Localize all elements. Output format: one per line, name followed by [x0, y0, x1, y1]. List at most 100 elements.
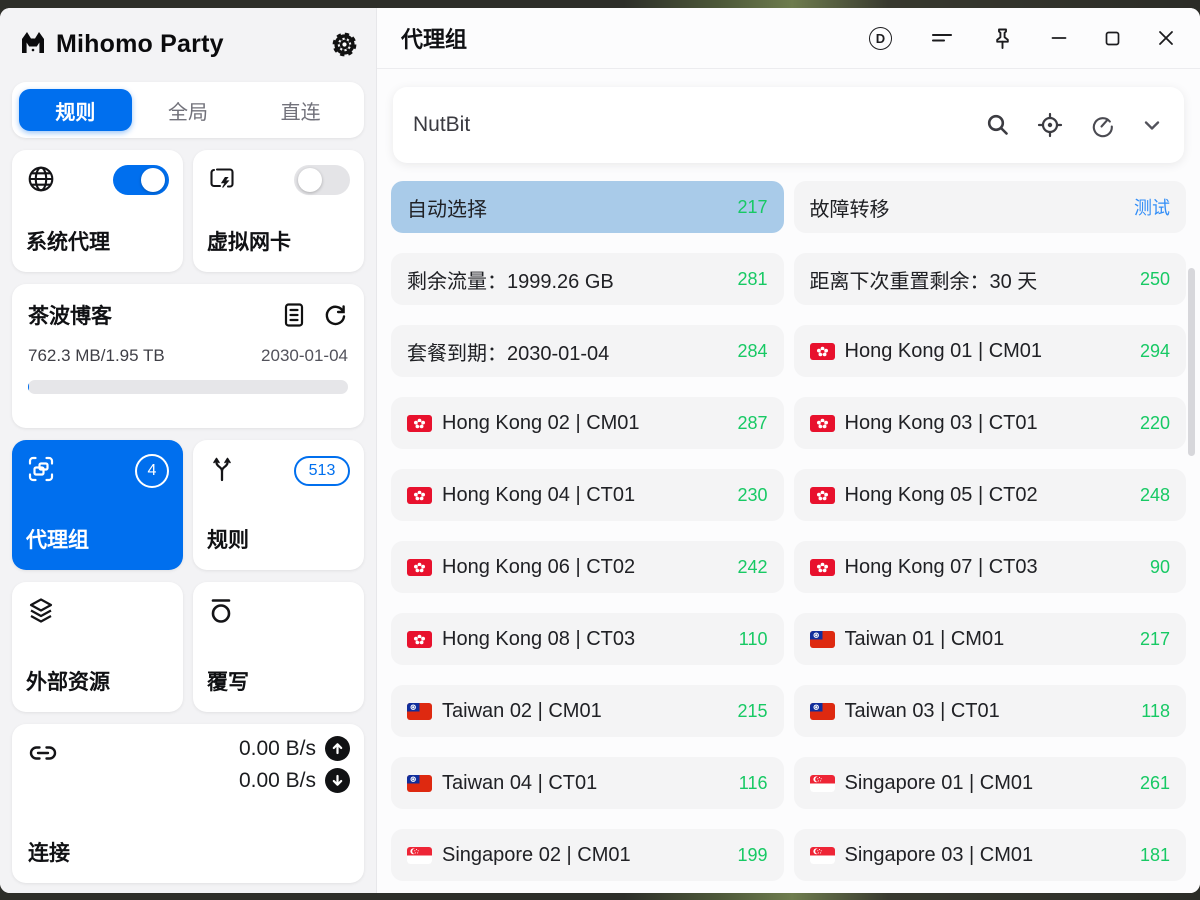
- latency-value: 287: [737, 413, 767, 434]
- rules-label: 规则: [207, 524, 350, 554]
- page-title: 代理组: [401, 22, 467, 54]
- latency-value: 90: [1150, 557, 1170, 578]
- download-arrow-icon: [325, 768, 350, 793]
- locate-icon[interactable]: [1037, 112, 1063, 138]
- proxy-name: Hong Kong 05 | CT02: [845, 484, 1130, 507]
- group-selector[interactable]: NutBit: [393, 87, 1184, 163]
- tab-2[interactable]: 直连: [244, 89, 357, 131]
- maximize-button[interactable]: [1105, 31, 1120, 46]
- proxy-item[interactable]: Hong Kong 07 | CT0390: [794, 541, 1187, 593]
- profile-edit-document-icon[interactable]: [282, 302, 306, 328]
- close-button[interactable]: [1158, 30, 1174, 46]
- proxy-name: 自动选择: [407, 193, 727, 222]
- tun-card[interactable]: 虚拟网卡: [193, 150, 364, 272]
- flag-hk-icon: [407, 415, 432, 432]
- proxy-name: Singapore 02 | CM01: [442, 844, 727, 867]
- proxy-name: Taiwan 02 | CM01: [442, 700, 727, 723]
- flag-hk-icon: [810, 559, 835, 576]
- proxy-item[interactable]: 距离下次重置剩余：30 天 250: [794, 253, 1187, 305]
- minimize-button[interactable]: [1051, 30, 1067, 46]
- app-title: Mihomo Party: [56, 30, 224, 59]
- rules-count-badge: 513: [294, 456, 350, 486]
- tab-1[interactable]: 全局: [132, 89, 245, 131]
- flag-sg-icon: [810, 775, 835, 792]
- latency-value: 110: [739, 629, 768, 650]
- proxy-name: 剩余流量：1999.26 GB: [407, 265, 727, 294]
- proxy-item[interactable]: Taiwan 01 | CM01217: [794, 613, 1187, 665]
- sort-lines-icon[interactable]: [930, 27, 954, 49]
- proxy-item[interactable]: Hong Kong 01 | CM01 294: [794, 325, 1187, 377]
- latency-value: 294: [1140, 341, 1170, 362]
- proxy-item[interactable]: 自动选择217: [391, 181, 784, 233]
- proxy-item[interactable]: Hong Kong 06 | CT02242: [391, 541, 784, 593]
- flag-hk-icon: [407, 631, 432, 648]
- resources-label: 外部资源: [26, 666, 169, 696]
- proxy-name: Taiwan 01 | CM01: [845, 628, 1130, 651]
- proxy-item[interactable]: Singapore 03 | CM01 181: [794, 829, 1187, 881]
- chevron-down-icon[interactable]: [1140, 113, 1164, 137]
- app-window: Mihomo Party 规则全局直连: [0, 8, 1200, 893]
- sidebar-item-connections[interactable]: 0.00 B/s 0.00 B/s 连接: [12, 724, 364, 883]
- latency-value: 199: [737, 845, 767, 866]
- proxy-groups-content: NutBit: [377, 69, 1200, 893]
- flag-hk-icon: [810, 343, 835, 360]
- proxy-name: Hong Kong 04 | CT01: [442, 484, 727, 507]
- app-logo-cat-icon: [18, 29, 48, 59]
- proxy-item[interactable]: Hong Kong 03 | CT01220: [794, 397, 1187, 449]
- speedtest-gauge-icon[interactable]: [1089, 113, 1114, 138]
- proxy-item[interactable]: Hong Kong 08 | CT03 110: [391, 613, 784, 665]
- proxy-item[interactable]: Taiwan 03 | CT01118: [794, 685, 1187, 737]
- main-panel: 代理组 D: [376, 8, 1200, 893]
- flag-hk-icon: [407, 487, 432, 504]
- sidebar-item-rules[interactable]: 513 规则: [193, 440, 364, 570]
- settings-gear-icon[interactable]: [331, 31, 358, 58]
- system-proxy-card[interactable]: 系统代理: [12, 150, 183, 272]
- proxy-groups-label: 代理组: [26, 524, 169, 554]
- proxy-name: Hong Kong 08 | CT03: [442, 628, 729, 651]
- sidebar-header: Mihomo Party: [12, 16, 364, 72]
- proxy-item[interactable]: Taiwan 04 | CT01116: [391, 757, 784, 809]
- proxy-name: 故障转移: [810, 193, 1125, 222]
- proxy-item[interactable]: 剩余流量：1999.26 GB281: [391, 253, 784, 305]
- scrollbar-thumb[interactable]: [1188, 268, 1195, 456]
- tab-0[interactable]: 规则: [19, 89, 132, 131]
- proxy-item[interactable]: 故障转移测试: [794, 181, 1187, 233]
- proxy-name: Singapore 03 | CM01: [845, 844, 1130, 867]
- latency-value: 220: [1140, 413, 1170, 434]
- proxy-item[interactable]: Taiwan 02 | CM01215: [391, 685, 784, 737]
- flag-tw-icon: [810, 631, 835, 648]
- proxy-item[interactable]: Singapore 01 | CM01261: [794, 757, 1187, 809]
- layers-icon: [26, 596, 169, 626]
- tun-label: 虚拟网卡: [207, 226, 350, 256]
- proxy-name: Hong Kong 02 | CM01: [442, 412, 727, 435]
- proxy-item[interactable]: 套餐到期：2030-01-04284: [391, 325, 784, 377]
- latency-value: 181: [1140, 845, 1170, 866]
- proxy-item[interactable]: Hong Kong 02 | CM01 287: [391, 397, 784, 449]
- pin-icon[interactable]: [992, 27, 1013, 50]
- tun-toggle[interactable]: [294, 165, 350, 195]
- flag-tw-icon: [407, 775, 432, 792]
- profile-card[interactable]: 茶波博客: [12, 284, 364, 428]
- profile-refresh-icon[interactable]: [322, 302, 348, 328]
- proxy-grid: 自动选择217故障转移测试剩余流量：1999.26 GB281距离下次重置剩余：…: [391, 181, 1186, 881]
- sidebar-item-resources[interactable]: 外部资源: [12, 582, 183, 712]
- flag-tw-icon: [407, 703, 432, 720]
- test-button[interactable]: 测试: [1134, 194, 1170, 220]
- upload-speed: 0.00 B/s: [239, 737, 316, 761]
- search-icon[interactable]: [985, 112, 1011, 138]
- sidebar-item-proxy-groups[interactable]: 4 代理组: [12, 440, 183, 570]
- sidebar-item-override[interactable]: 覆写: [193, 582, 364, 712]
- latency-value: 250: [1140, 269, 1170, 290]
- proxy-name: Hong Kong 01 | CM01: [845, 340, 1130, 363]
- proxy-item[interactable]: Singapore 02 | CM01 199: [391, 829, 784, 881]
- latency-value: 116: [739, 773, 768, 794]
- mode-indicator-icon[interactable]: D: [869, 27, 892, 50]
- override-label: 覆写: [207, 666, 350, 696]
- proxy-item[interactable]: Hong Kong 05 | CT02248: [794, 469, 1187, 521]
- system-proxy-label: 系统代理: [26, 226, 169, 256]
- proxy-item[interactable]: Hong Kong 04 | CT01230: [391, 469, 784, 521]
- proxy-name: 距离下次重置剩余：30 天: [810, 265, 1130, 294]
- proxy-name: Singapore 01 | CM01: [845, 772, 1130, 795]
- system-proxy-toggle[interactable]: [113, 165, 169, 195]
- proxy-name: Hong Kong 06 | CT02: [442, 556, 727, 579]
